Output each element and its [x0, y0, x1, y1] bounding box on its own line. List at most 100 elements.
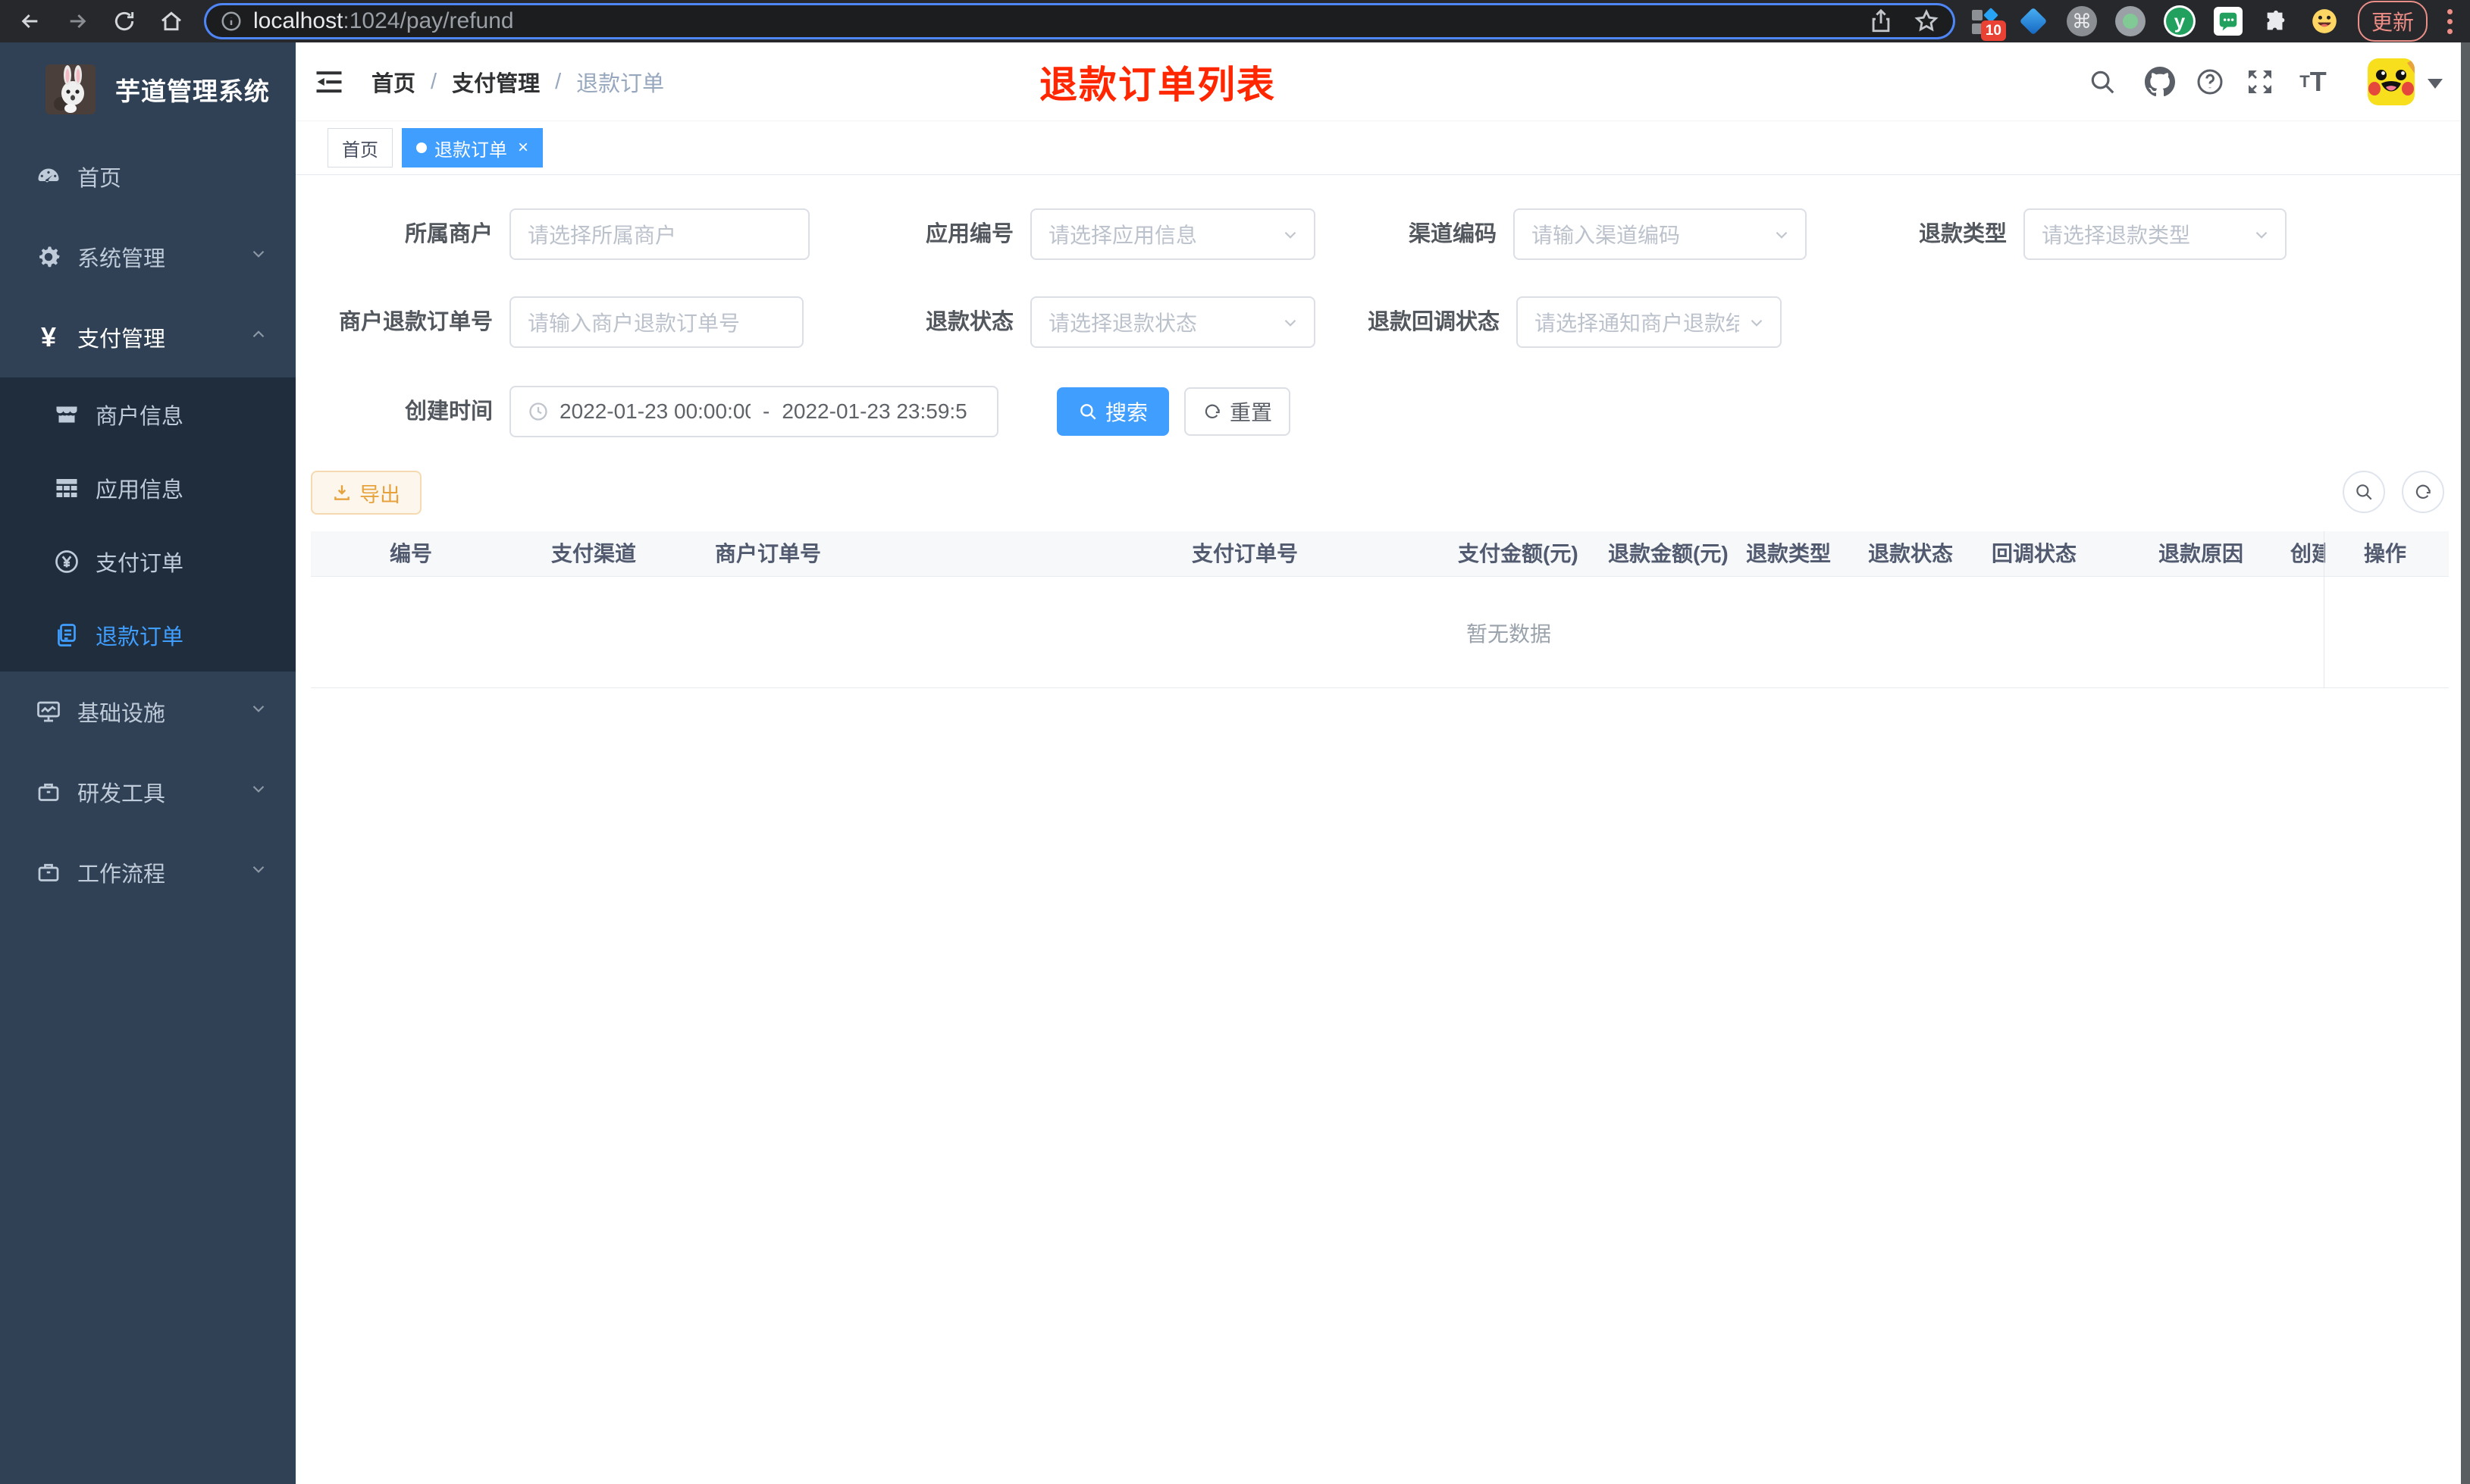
- sidebar-item-app-info[interactable]: 应用信息: [0, 451, 296, 524]
- forward-icon[interactable]: [61, 5, 94, 38]
- date-end: 2022-01-23 23:59:59: [782, 399, 968, 423]
- placeholder: 请选择应用信息: [1048, 224, 1198, 247]
- extensions-row: 10 ⌘ y 更新: [1970, 0, 2453, 42]
- share-icon[interactable]: [1868, 8, 1894, 34]
- sidebar-collapse-icon[interactable]: [312, 65, 346, 99]
- col-refund-amount[interactable]: 退款金额(元): [1608, 531, 1729, 577]
- extension-grid-icon[interactable]: 10: [1970, 6, 2006, 41]
- reset-button-label: 重置: [1229, 401, 1272, 424]
- empty-placeholder: 暂无数据: [1465, 621, 1552, 646]
- col-create-time[interactable]: 创建时间: [2290, 531, 2325, 577]
- sidebar-item-label: 支付管理: [77, 327, 166, 352]
- sidebar-item-label: 应用信息: [96, 477, 184, 502]
- help-icon[interactable]: [2194, 66, 2226, 98]
- screen: localhost:1024/pay/refund 10 ⌘ y 更新 芋道管…: [0, 0, 2470, 1484]
- browser-chrome: localhost:1024/pay/refund 10 ⌘ y 更新: [0, 0, 2470, 42]
- reset-button[interactable]: 重置: [1184, 387, 1290, 436]
- logo-rabbit-image: [45, 64, 96, 114]
- tab-home[interactable]: 首页: [328, 128, 393, 167]
- close-icon[interactable]: ×: [518, 137, 528, 158]
- refresh-button[interactable]: [2402, 471, 2444, 513]
- active-dot: [416, 142, 427, 153]
- filter-label-merchant-refund-no: 商户退款订单号: [338, 310, 493, 334]
- extension-command-icon[interactable]: ⌘: [2067, 6, 2097, 36]
- extensions-puzzle-icon[interactable]: [2261, 6, 2291, 36]
- search-button[interactable]: 搜索: [1057, 387, 1169, 436]
- tags-view: 首页 退款订单 ×: [296, 121, 2470, 175]
- col-refund-status[interactable]: 退款状态: [1868, 531, 1953, 577]
- clock-icon: [528, 401, 549, 422]
- browser-menu-icon[interactable]: [2447, 8, 2453, 34]
- filter-label-merchant: 所属商户: [404, 222, 493, 246]
- update-button[interactable]: 更新: [2358, 1, 2428, 42]
- extension-chat-icon[interactable]: [2214, 7, 2243, 36]
- chevron-down-icon: [1747, 313, 1766, 338]
- col-refund-type[interactable]: 退款类型: [1746, 531, 1831, 577]
- breadcrumb-home[interactable]: 首页: [371, 66, 415, 98]
- filter-label-app-no: 应用编号: [925, 222, 1014, 246]
- store-icon: [50, 401, 83, 428]
- date-start: 2022-01-23 00:00:00: [560, 399, 751, 423]
- sidebar-item-home[interactable]: 首页: [0, 136, 296, 217]
- sidebar-item-pay-order[interactable]: 支付订单: [0, 524, 296, 598]
- col-pay-amount[interactable]: 支付金额(元): [1458, 531, 1578, 577]
- extension-kite-icon[interactable]: [2018, 6, 2048, 36]
- col-notify-status[interactable]: 回调状态: [1992, 531, 2077, 577]
- filter-label-channel-code: 渠道编码: [1408, 222, 1497, 246]
- github-icon[interactable]: [2144, 66, 2176, 98]
- placeholder: 请选择通知商户退款结果的回调状态: [1534, 312, 1739, 335]
- font-size-icon[interactable]: TT: [2297, 66, 2329, 98]
- col-pay-order[interactable]: 支付订单号: [1192, 531, 1298, 577]
- home-icon[interactable]: [155, 5, 188, 38]
- app-title: 芋道管理系统: [115, 77, 270, 105]
- export-button[interactable]: 导出: [311, 471, 422, 515]
- info-icon[interactable]: [220, 10, 243, 33]
- extension-y-icon[interactable]: y: [2164, 5, 2196, 37]
- chevron-down-icon: [249, 859, 268, 885]
- placeholder: 请输入商户退款订单号: [528, 312, 741, 335]
- placeholder: 请选择所属商户: [528, 224, 677, 247]
- sidebar-logo[interactable]: 芋道管理系统: [0, 42, 296, 136]
- sidebar-item-refund-order[interactable]: 退款订单: [0, 598, 296, 672]
- col-channel[interactable]: 支付渠道: [551, 531, 636, 577]
- window-scrollbar[interactable]: [2461, 42, 2470, 1484]
- col-actions[interactable]: 操作: [2364, 531, 2406, 577]
- export-button-label: 导出: [359, 483, 400, 506]
- extension-dot-icon[interactable]: [2115, 6, 2146, 36]
- sidebar-item-workflow[interactable]: 工作流程: [0, 832, 296, 913]
- date-separator: -: [763, 399, 770, 423]
- refund-type-select[interactable]: 请选择退款类型: [2023, 208, 2287, 260]
- col-refund-reason[interactable]: 退款原因: [2158, 531, 2243, 577]
- url-path: :1024/pay/refund: [343, 8, 514, 33]
- navbar: 首页 / 支付管理 / 退款订单 退款订单列表 T T: [296, 42, 2470, 121]
- tab-refund-order[interactable]: 退款订单 ×: [402, 128, 544, 167]
- back-icon[interactable]: [14, 5, 47, 38]
- table-body: 暂无数据: [311, 577, 2449, 688]
- placeholder: 请输入渠道编码: [1531, 224, 1681, 247]
- filter-label-refund-type: 退款类型: [1918, 222, 2007, 246]
- reload-icon[interactable]: [108, 5, 141, 38]
- fullscreen-icon[interactable]: [2244, 66, 2276, 98]
- filter-label-refund-status: 退款状态: [925, 310, 1014, 334]
- sidebar-item-label: 支付订单: [96, 551, 184, 576]
- table-header: 编号 支付渠道 商户订单号 支付订单号 支付金额(元) 退款金额(元) 退款类型…: [311, 531, 2449, 577]
- sidebar-item-label: 退款订单: [96, 625, 184, 650]
- search-icon[interactable]: [2086, 66, 2118, 98]
- create-time-range-picker[interactable]: 2022-01-23 00:00:00 - 2022-01-23 23:59:5…: [509, 386, 998, 437]
- sidebar-item-label: 基础设施: [77, 702, 166, 726]
- caret-down-icon[interactable]: [2428, 79, 2443, 89]
- avatar[interactable]: [2368, 58, 2415, 105]
- extension-emoji-icon[interactable]: [2309, 6, 2340, 36]
- col-id[interactable]: 编号: [390, 531, 432, 577]
- bookmark-star-icon[interactable]: [1914, 8, 1939, 34]
- show-search-button[interactable]: [2343, 471, 2385, 513]
- url-bar[interactable]: localhost:1024/pay/refund: [206, 5, 1953, 37]
- sidebar-item-infra[interactable]: 基础设施: [0, 672, 296, 752]
- breadcrumb-parent[interactable]: 支付管理: [452, 66, 540, 98]
- chevron-down-icon: [249, 699, 268, 725]
- col-merchant-order[interactable]: 商户订单号: [715, 531, 821, 577]
- sidebar-item-dev-tools[interactable]: 研发工具: [0, 752, 296, 832]
- notify-status-select[interactable]: 请选择通知商户退款结果的回调状态: [1516, 296, 1782, 348]
- breadcrumb-separator: /: [555, 69, 562, 94]
- placeholder: 请选择退款类型: [2042, 224, 2191, 247]
